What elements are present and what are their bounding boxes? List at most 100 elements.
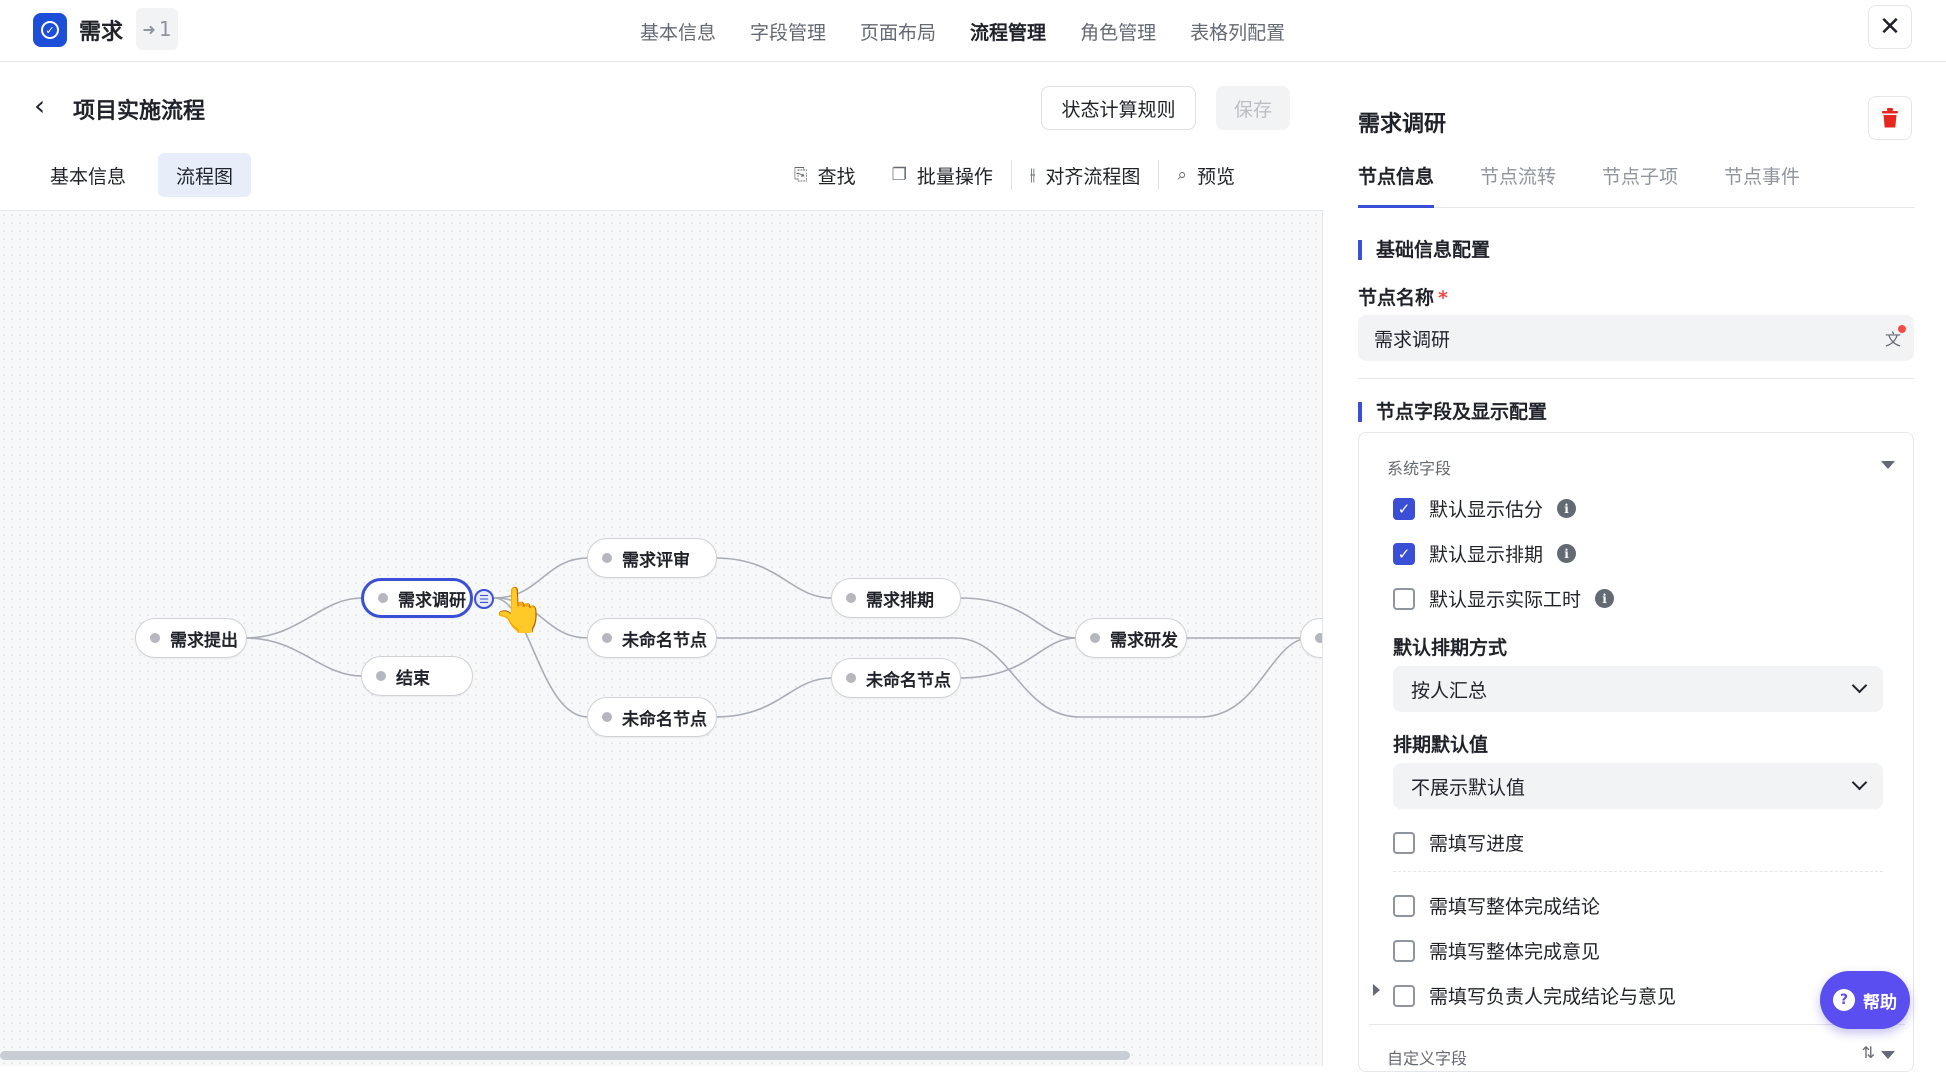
app-title: 需求 — [79, 20, 124, 45]
node-dot — [846, 673, 856, 683]
checkbox-row[interactable]: 需填写整体完成结论 — [1393, 892, 1600, 919]
node-label: 需求调研 — [398, 590, 466, 611]
checkbox-unchecked[interactable] — [1393, 939, 1415, 962]
checkbox-checked[interactable]: ✓ — [1393, 542, 1415, 565]
required-mark: * — [1438, 287, 1448, 309]
search-doc-icon: ⎘ — [794, 165, 808, 185]
nav-tab-field-management[interactable]: 字段管理 — [750, 18, 826, 45]
schedule-default-select[interactable]: 不展示默认值 — [1393, 763, 1883, 809]
share-count: 1 — [158, 17, 172, 41]
checkbox-row[interactable]: 需填写进度 — [1393, 829, 1524, 856]
inner-divider — [1393, 871, 1883, 872]
checkbox-label: 需填写负责人完成结论与意见 — [1429, 986, 1677, 1008]
nav-tab-table-columns[interactable]: 表格列配置 — [1190, 18, 1285, 45]
info-icon[interactable]: i — [1557, 544, 1577, 563]
checkbox-unchecked[interactable] — [1393, 587, 1415, 610]
flow-node[interactable]: 未命名节点 — [587, 697, 717, 737]
checkbox-unchecked[interactable] — [1393, 831, 1415, 854]
edge — [714, 677, 833, 718]
checkbox-checked[interactable]: ✓ — [1393, 497, 1415, 520]
flow-title: 项目实施流程 — [73, 99, 206, 124]
node-name-input[interactable]: 需求调研 文 — [1358, 315, 1914, 361]
flow-node[interactable]: 需求排期 — [831, 578, 961, 618]
nav-tab-page-layout[interactable]: 页面布局 — [860, 18, 936, 45]
sort-icon[interactable]: ⇅ — [1862, 1043, 1875, 1062]
flow-node[interactable]: 未命名节点 — [587, 618, 717, 658]
flow-node[interactable]: 结束 — [361, 656, 473, 696]
checkbox-label: 需填写整体完成意见 — [1429, 941, 1601, 963]
tab-node-transition[interactable]: 节点流转 — [1480, 162, 1556, 208]
section-divider — [1358, 378, 1914, 379]
tab-node-info[interactable]: 节点信息 — [1358, 162, 1435, 208]
subtab-basic-info[interactable]: 基本信息 — [32, 153, 144, 197]
node-label: 未命名节点 — [622, 709, 707, 730]
save-button[interactable]: 保存 — [1216, 86, 1290, 130]
trash-icon — [1882, 108, 1898, 128]
flow-canvas[interactable]: 需求提出 需求调研 ☰ 结束 需求评审 未命名节点 未命名节点 需求排期 未命名… — [0, 210, 1323, 1066]
schedule-mode-select[interactable]: 按人汇总 — [1393, 666, 1883, 712]
delete-button[interactable] — [1868, 96, 1912, 140]
share-badge[interactable]: ➜ 1 — [136, 8, 178, 50]
find-tool[interactable]: ⎘ 查找 — [776, 162, 874, 189]
node-dot — [602, 712, 612, 722]
node-dot — [602, 553, 612, 563]
schedule-default-value: 不展示默认值 — [1411, 776, 1526, 799]
flow-node-selected[interactable]: 需求调研 — [361, 578, 473, 618]
chevron-down-icon — [1851, 774, 1868, 791]
node-dot — [846, 593, 856, 603]
node-dot — [1090, 633, 1100, 643]
node-dot — [602, 633, 612, 643]
tab-node-subitems[interactable]: 节点子项 — [1602, 162, 1678, 208]
status-rules-button[interactable]: 状态计算规则 — [1041, 86, 1196, 130]
translate-icon[interactable]: 文 — [1882, 325, 1906, 349]
subtab-flowchart[interactable]: 流程图 — [158, 153, 252, 197]
flow-node[interactable]: 需求评审 — [587, 538, 717, 578]
collapse-caret-icon[interactable] — [1881, 1051, 1895, 1059]
panel-title: 需求调研 — [1358, 112, 1447, 137]
checkbox-unchecked[interactable] — [1393, 984, 1415, 1007]
flow-node[interactable]: 需求提出 — [135, 618, 247, 658]
node-label: 未命名节点 — [622, 630, 707, 651]
top-bar: ✓ 需求 ➜ 1 基本信息 字段管理 页面布局 流程管理 角色管理 表格列配置 … — [0, 0, 1946, 62]
info-icon[interactable]: i — [1595, 589, 1615, 608]
find-label: 查找 — [817, 165, 856, 188]
copy-icon: ❐ — [891, 165, 907, 185]
checkbox-label: 需填写进度 — [1429, 833, 1525, 855]
flow-node[interactable]: 需求研发 — [1075, 618, 1187, 658]
close-icon: ✕ — [1879, 12, 1901, 42]
checkbox-label: 需填写整体完成结论 — [1429, 896, 1601, 918]
close-button[interactable]: ✕ — [1868, 5, 1912, 49]
preview-tool[interactable]: ⌕ 预览 — [1159, 162, 1253, 189]
checkbox-row[interactable]: 需填写负责人完成结论与意见 — [1393, 982, 1676, 1009]
custom-fields-header: 自定义字段 — [1387, 1049, 1468, 1068]
horizontal-scrollbar[interactable] — [0, 1051, 1130, 1060]
node-label: 需求提出 — [170, 630, 238, 651]
flow-node[interactable]: 未命名节点 — [831, 658, 961, 698]
checkbox-row[interactable]: 需填写整体完成意见 — [1393, 937, 1600, 964]
collapse-caret-icon[interactable] — [1881, 461, 1895, 469]
nav-tab-role-management[interactable]: 角色管理 — [1080, 18, 1156, 45]
node-dot — [376, 671, 386, 681]
box-divider — [1369, 1024, 1905, 1025]
checkbox-row[interactable]: ✓ 默认显示估分 i — [1393, 495, 1577, 522]
question-icon: ? — [1833, 989, 1855, 1011]
section-field-display-config: 节点字段及显示配置 — [1358, 402, 1547, 422]
schedule-mode-value: 按人汇总 — [1411, 679, 1488, 702]
node-connect-handle-icon[interactable]: ☰ — [474, 589, 494, 609]
checkbox-label: 默认显示估分 — [1429, 499, 1544, 521]
back-chevron-icon[interactable]: ‹ — [34, 92, 45, 120]
checkbox-unchecked[interactable] — [1393, 894, 1415, 917]
align-tool[interactable]: ⫲ 对齐流程图 — [1012, 162, 1159, 189]
help-button[interactable]: ? 帮助 — [1820, 971, 1910, 1029]
nav-tab-flow-management[interactable]: 流程管理 — [970, 18, 1046, 45]
expand-arrow-icon[interactable] — [1373, 984, 1380, 996]
nav-tab-basic-info[interactable]: 基本信息 — [640, 18, 716, 45]
info-icon[interactable]: i — [1557, 499, 1577, 518]
schedule-default-label: 排期默认值 — [1393, 734, 1489, 756]
share-arrow-icon: ➜ — [142, 19, 156, 39]
tab-node-events[interactable]: 节点事件 — [1724, 162, 1800, 208]
canvas-toolbar: ⎘ 查找 ❐ 批量操作 ⫲ 对齐流程图 ⌕ 预览 — [776, 155, 1253, 195]
checkbox-row[interactable]: ✓ 默认显示排期 i — [1393, 540, 1577, 567]
checkbox-row[interactable]: 默认显示实际工时 i — [1393, 585, 1615, 612]
batch-tool[interactable]: ❐ 批量操作 — [874, 162, 1011, 189]
